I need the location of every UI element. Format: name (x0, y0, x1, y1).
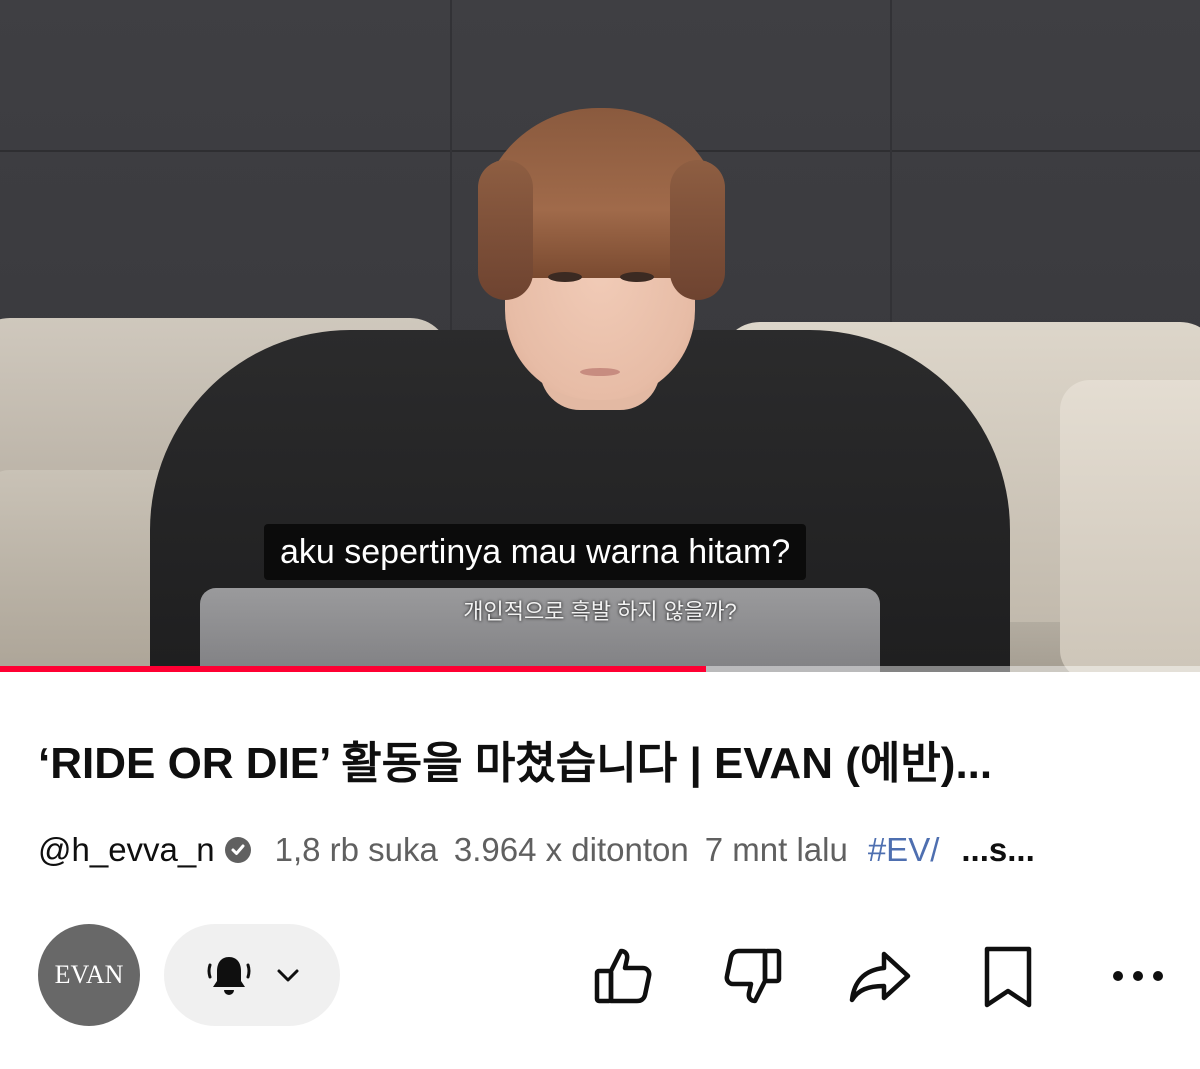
verified-icon (224, 837, 251, 863)
person-eye (548, 272, 582, 282)
like-button[interactable] (586, 938, 662, 1014)
view-count: 3.964 x ditonton (453, 831, 689, 868)
person-eye (620, 272, 654, 282)
subscribe-notification-button[interactable] (164, 924, 340, 1026)
like-icon (594, 948, 652, 1004)
video-title[interactable]: ‘RIDE OR DIE’ 활동을 마쳤습니다 | EVAN (에반)... (38, 736, 1168, 792)
chevron-down-icon (277, 969, 299, 982)
channel-avatar[interactable]: EVAN (38, 924, 140, 1026)
upload-age: 7 mnt lalu (704, 831, 848, 868)
channel-handle[interactable]: @h_evva_n (38, 831, 215, 869)
more-icon (1113, 971, 1163, 981)
bell-icon (207, 957, 251, 995)
share-button[interactable] (842, 938, 918, 1014)
hashtag[interactable]: #EV/ (868, 831, 940, 869)
like-count: 1,8 rb suka (274, 831, 438, 868)
sofa-cushion (1060, 380, 1200, 672)
person-hair (478, 160, 533, 300)
save-icon (984, 946, 1032, 1008)
caption-main: aku sepertinya mau warna hitam? (264, 524, 807, 580)
more-actions-button[interactable] (1100, 938, 1176, 1014)
dislike-icon (724, 948, 782, 1004)
save-button[interactable] (970, 938, 1046, 1014)
wall-panel-seam (450, 0, 452, 330)
more-description[interactable]: ...s... (961, 831, 1034, 869)
video-metadata[interactable]: @h_evva_n 1,8 rb suka 3.964 x ditonton 7… (38, 828, 1168, 872)
video-player[interactable]: aku sepertinya mau warna hitam? 개인적으로 흑발… (0, 0, 1200, 672)
person-hair (670, 160, 725, 300)
person-mouth (580, 368, 620, 376)
share-icon (849, 951, 911, 1003)
wall-panel-seam (890, 0, 892, 330)
dislike-button[interactable] (714, 938, 790, 1014)
caption-sub: 개인적으로 흑발 하지 않을까? (463, 599, 737, 624)
